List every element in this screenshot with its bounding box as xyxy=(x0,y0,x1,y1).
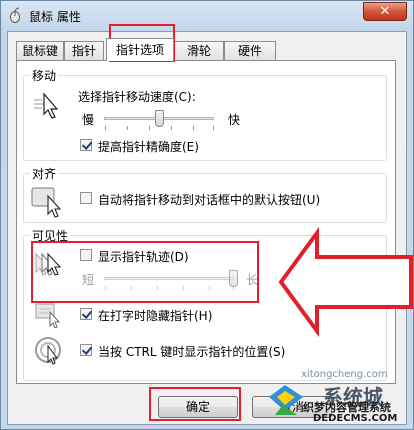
snap-to-button-icon xyxy=(31,187,62,218)
watermark-line2: DEDECMS.COM xyxy=(313,413,398,424)
motion-group: 移动 选择指针移动速度(C): 慢 快 提高指针精确度(E) xyxy=(23,67,387,161)
ctrl-show-location-checkbox[interactable] xyxy=(80,344,92,356)
motion-group-label: 移动 xyxy=(30,67,59,84)
precision-checkbox[interactable] xyxy=(80,139,92,151)
tab-label: 指针 xyxy=(71,44,96,58)
title-bar: 鼠标 属性 ✕ xyxy=(1,1,413,31)
tick xyxy=(127,126,128,130)
close-icon: ✕ xyxy=(379,4,391,19)
tick xyxy=(213,126,214,130)
fast-label: 快 xyxy=(228,113,241,127)
snap-group: 对齐 自动将指针移动到对话框中的默认按钮(U) xyxy=(23,165,387,223)
mouse-app-icon xyxy=(10,7,20,23)
tick xyxy=(105,126,106,130)
snap-label: 自动将指针移动到对话框中的默认按钮(U) xyxy=(98,193,321,207)
tick xyxy=(149,126,150,130)
hide-while-typing-icon xyxy=(35,303,61,328)
mouse-properties-window: 鼠标 属性 ✕ 鼠标键 指针 指针选项 滑轮 硬件 移动 选择指针移动速度(C)… xyxy=(0,0,414,430)
watermark-logo-icon xyxy=(269,385,303,415)
slow-label: 慢 xyxy=(82,113,95,127)
hide-while-typing-label: 在打字时隐藏指针(H) xyxy=(98,309,213,323)
tab-label: 鼠标键 xyxy=(21,44,58,58)
left-arrow-annotation xyxy=(278,227,413,337)
snap-group-label: 对齐 xyxy=(30,165,59,182)
trails-highlight-box xyxy=(31,241,259,303)
watermark-domain-top: xitongcheng.com xyxy=(301,369,388,380)
speed-slider-thumb[interactable] xyxy=(155,110,164,127)
close-button[interactable]: ✕ xyxy=(363,2,407,21)
tab-pointer-options[interactable]: 指针选项 xyxy=(106,38,174,61)
precision-label: 提高指针精确度(E) xyxy=(98,140,199,154)
tab-wheel[interactable]: 滑轮 xyxy=(174,41,224,60)
pointer-speed-icon xyxy=(34,92,59,119)
tab-hardware[interactable]: 硬件 xyxy=(224,41,276,60)
tab-label: 指针选项 xyxy=(115,43,164,57)
tab-pointers[interactable]: 指针 xyxy=(64,41,104,60)
speed-label: 选择指针移动速度(C): xyxy=(78,90,196,104)
tab-label: 硬件 xyxy=(237,44,262,58)
window-title: 鼠标 属性 xyxy=(29,10,81,24)
tab-buttons[interactable]: 鼠标键 xyxy=(16,41,64,60)
show-location-icon xyxy=(35,337,61,365)
ok-highlight-box xyxy=(149,387,241,421)
tab-label: 滑轮 xyxy=(186,44,211,58)
tick xyxy=(171,126,172,130)
hide-while-typing-checkbox[interactable] xyxy=(80,308,92,320)
tick xyxy=(193,126,194,130)
snap-checkbox[interactable] xyxy=(80,192,92,204)
ctrl-show-location-label: 当按 CTRL 键时显示指针的位置(S) xyxy=(98,345,286,359)
